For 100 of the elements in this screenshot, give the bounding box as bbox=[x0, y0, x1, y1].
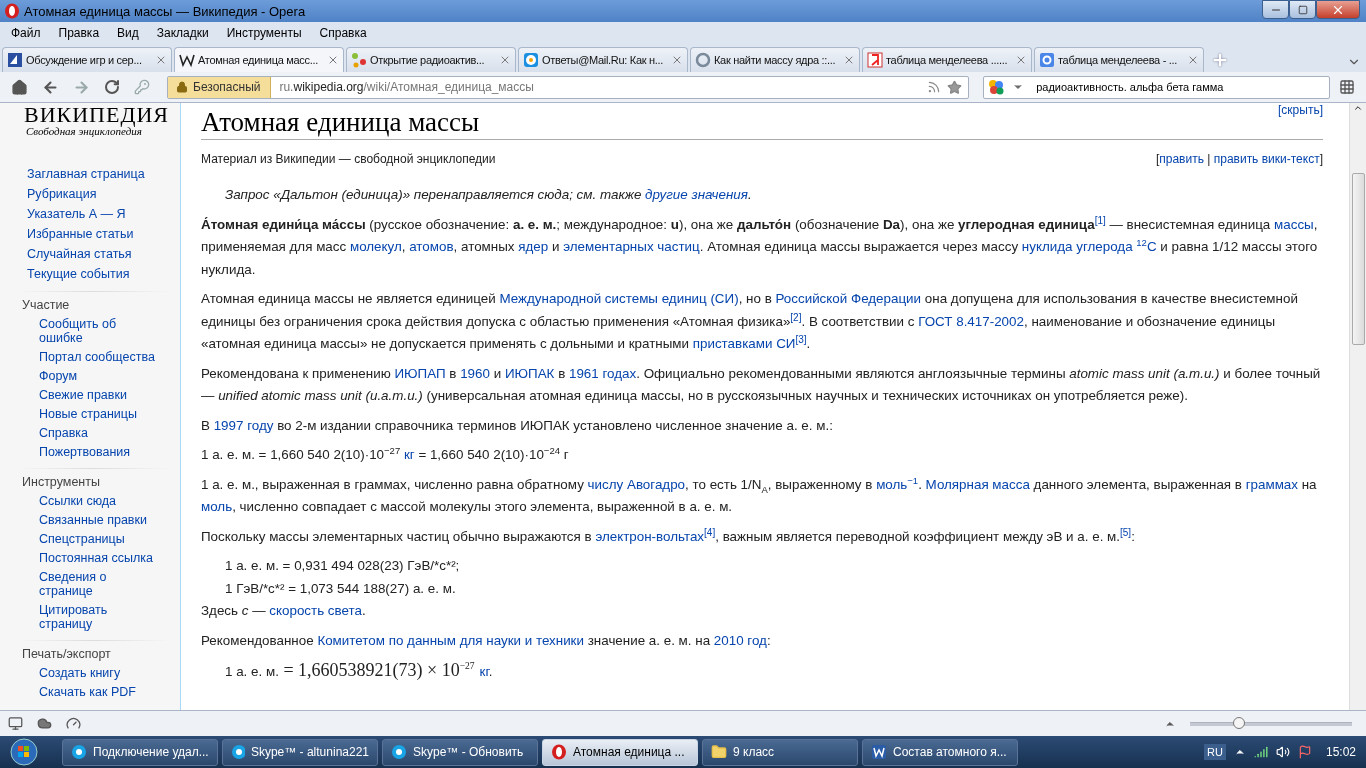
close-icon[interactable] bbox=[1187, 54, 1199, 66]
text-link[interactable]: граммах bbox=[1245, 476, 1298, 492]
text-link[interactable]: 2010 год bbox=[713, 632, 767, 648]
language-indicator[interactable]: RU bbox=[1204, 744, 1226, 760]
sidebar-link[interactable]: Справка bbox=[39, 426, 159, 440]
minimize-button[interactable] bbox=[1262, 0, 1289, 19]
text-link[interactable]: 1997 году bbox=[213, 417, 274, 433]
gauge-icon[interactable] bbox=[66, 716, 81, 731]
text-link[interactable]: 1960 bbox=[460, 365, 490, 381]
menu-item[interactable]: Вид bbox=[108, 26, 148, 40]
close-icon[interactable] bbox=[671, 54, 683, 66]
close-icon[interactable] bbox=[1015, 54, 1027, 66]
sidebar-link[interactable]: Заглавная страница bbox=[27, 167, 177, 181]
edit-links: [править | править вики-текст] bbox=[1155, 152, 1323, 166]
slider-thumb[interactable] bbox=[1232, 716, 1245, 729]
footnote-link[interactable]: [1] bbox=[1094, 214, 1106, 226]
menu-item[interactable]: Закладки bbox=[147, 26, 218, 40]
panel-icon[interactable] bbox=[8, 716, 23, 731]
menu-item[interactable]: Правка bbox=[49, 26, 109, 40]
text-link[interactable]: другие значения bbox=[645, 187, 748, 202]
menu-item[interactable]: Инструменты bbox=[217, 26, 311, 40]
text-link[interactable]: Международной системы единиц (СИ) bbox=[499, 291, 739, 306]
text-link[interactable]: моль$^{−1}$ bbox=[876, 476, 919, 492]
sidebar-link[interactable]: Ссылки сюда bbox=[39, 494, 159, 508]
text-link[interactable]: Российской Федерации bbox=[775, 291, 922, 306]
sidebar-link[interactable]: Сообщить об ошибке bbox=[39, 317, 159, 345]
maximize-button[interactable] bbox=[1289, 0, 1316, 19]
sidebar-link[interactable]: Связанные правки bbox=[39, 513, 159, 527]
article-paragraph: 1 а. е. м., выраженная в граммах, численно равна обратному числу Авогадро, то есть 1/N$_{A}$, выраженному в моль$^{−1}$. Молярная масса данного элемента, выраженная в граммах на моль, численно совпадает с массой молекулы этого элемента, выраженной в а. е. м. bbox=[201, 473, 1318, 516]
taskbar-button[interactable]: Состав атомного я... bbox=[862, 738, 1018, 766]
cloud-icon[interactable] bbox=[37, 716, 52, 731]
browser-tab[interactable]: таблица менделеева - ... bbox=[1034, 47, 1204, 72]
text-link[interactable]: Комитетом по данным для науки и техники bbox=[317, 632, 584, 648]
address-field[interactable]: Безопасный ru.wikipedia.org/wiki/Атомная_единица_массы bbox=[167, 75, 970, 99]
flag-icon[interactable] bbox=[1297, 745, 1312, 759]
sidebar-link[interactable]: Портал сообщества bbox=[39, 350, 159, 364]
text-link[interactable]: массы bbox=[1274, 216, 1314, 232]
sidebar-link[interactable]: Спецстраницы bbox=[39, 532, 159, 546]
scroll-thumb[interactable] bbox=[1351, 173, 1365, 345]
close-icon[interactable] bbox=[155, 54, 167, 66]
sidebar-link[interactable]: Рубрикация bbox=[27, 187, 177, 201]
taskbar-button[interactable]: Подключение удал... bbox=[62, 738, 218, 766]
text-link[interactable]: править вики-текст bbox=[1213, 152, 1320, 166]
sidebar-link[interactable]: Создать книгу bbox=[39, 666, 159, 680]
hide-link[interactable]: [скрыть] bbox=[1278, 103, 1323, 117]
text-link[interactable]: кг bbox=[403, 447, 415, 462]
browser-tab[interactable]: Ответы@Mail.Ru: Как н... bbox=[518, 47, 688, 72]
network-icon[interactable] bbox=[1253, 745, 1268, 759]
text-link[interactable]: молекул bbox=[349, 239, 402, 254]
text-link[interactable]: приставками СИ bbox=[692, 336, 796, 351]
security-badge[interactable]: Безопасный bbox=[168, 76, 272, 98]
taskbar-button[interactable]: Атомная единица ... bbox=[542, 738, 698, 766]
taskbar-button[interactable]: 9 класс bbox=[702, 738, 858, 766]
text-link[interactable]: Молярная масса bbox=[925, 476, 1030, 492]
browser-tab[interactable]: Обсуждение игр и сер... bbox=[2, 47, 172, 72]
sidebar-link[interactable]: Случайная статья bbox=[27, 247, 177, 261]
sidebar-link[interactable]: Новые страницы bbox=[39, 407, 159, 421]
text-link[interactable]: элементарных частиц bbox=[563, 239, 700, 254]
sidebar-link[interactable]: Текущие события bbox=[27, 267, 177, 281]
text-link[interactable]: ИЮПАП bbox=[394, 365, 446, 381]
footnote-link[interactable]: [3] bbox=[795, 333, 807, 345]
browser-tab[interactable]: таблица менделеева ...... bbox=[862, 47, 1032, 72]
footnote-link[interactable]: [5] bbox=[1120, 526, 1132, 538]
volume-icon[interactable] bbox=[1275, 745, 1290, 759]
scrollbar[interactable] bbox=[1349, 103, 1366, 710]
star-icon[interactable] bbox=[947, 79, 963, 95]
close-button[interactable] bbox=[1316, 0, 1360, 19]
browser-tab[interactable]: Открытие радиоактив... bbox=[346, 47, 516, 72]
sidebar-link[interactable]: Избранные статьи bbox=[27, 227, 177, 241]
sidebar-link[interactable]: Форум bbox=[39, 369, 159, 383]
browser-tab[interactable]: Атомная единица масс... bbox=[174, 47, 344, 72]
menu-item[interactable]: Файл bbox=[2, 26, 50, 40]
text-link[interactable]: кг bbox=[479, 664, 489, 679]
text-link[interactable]: нуклида углерода $^{12}$C bbox=[1021, 239, 1157, 254]
close-icon[interactable] bbox=[499, 54, 511, 66]
text-link[interactable]: править bbox=[1159, 152, 1204, 166]
sidebar-link[interactable]: Указатель А — Я bbox=[27, 207, 177, 221]
footnote-link[interactable]: [4] bbox=[704, 526, 716, 538]
close-icon[interactable] bbox=[327, 54, 339, 66]
menu-item[interactable]: Справка bbox=[310, 26, 376, 40]
sidebar-link[interactable]: Свежие правки bbox=[39, 388, 159, 402]
text-link[interactable]: атомов bbox=[409, 239, 454, 254]
search-field[interactable]: радиоактивность. альфа бета гамма bbox=[983, 75, 1330, 99]
clock[interactable]: 15:02 bbox=[1325, 745, 1356, 759]
browser-tab[interactable]: Как найти массу ядра ::... bbox=[690, 47, 860, 72]
rss-icon[interactable] bbox=[927, 80, 942, 94]
text-link[interactable]: ГОСТ 8.417-2002 bbox=[918, 313, 1024, 329]
scroll-up-icon[interactable] bbox=[1353, 103, 1363, 113]
close-icon[interactable] bbox=[843, 54, 855, 66]
sidebar-link[interactable]: Скачать как PDF bbox=[39, 685, 159, 699]
text-link[interactable]: скорость света bbox=[269, 603, 362, 618]
taskbar-button[interactable]: Skype™ - Обновить bbox=[382, 738, 538, 766]
taskbar-button[interactable]: Skype™ - altunina221 bbox=[222, 738, 378, 766]
text-link[interactable]: ядер bbox=[518, 239, 549, 254]
text-link[interactable]: ИЮПАК bbox=[504, 365, 555, 381]
sidebar-link[interactable]: Сведения о странице bbox=[39, 570, 159, 598]
footnote-link[interactable]: [2] bbox=[790, 311, 802, 323]
sidebar-link[interactable]: Постоянная ссылка bbox=[39, 551, 159, 565]
sidebar-link[interactable]: Пожертвования bbox=[39, 445, 159, 459]
sidebar-link[interactable]: Цитировать страницу bbox=[39, 603, 159, 631]
